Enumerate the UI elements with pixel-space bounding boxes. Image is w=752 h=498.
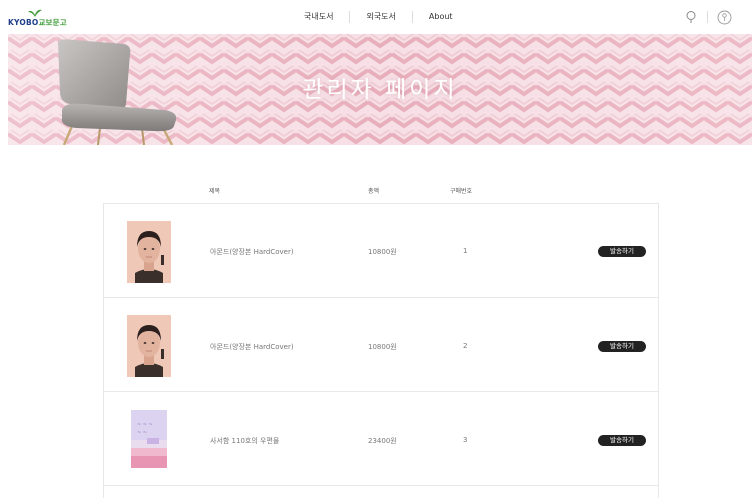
kyobo-logo[interactable]: KYOBO교보문고 [8,9,67,27]
book-title[interactable]: 아몬드(양장본 HardCover) [210,247,294,257]
column-header-title: 제목 [209,188,221,195]
user-icon[interactable] [716,9,732,25]
nav-foreign-books[interactable]: 외국도서 [350,11,411,23]
table-row: 아몬드(양장본 HardCover) 10800원 1 발송하기 [104,204,658,298]
nav-domestic-books[interactable]: 국내도서 [288,11,349,23]
header-icons [683,9,732,25]
book-cover-almond[interactable] [127,221,171,283]
table-row: 아몬드(양장본 HardCover) 10800원 2 발송하기 [104,298,658,392]
main-nav: 국내도서 외국도서 About [288,11,469,23]
ship-button[interactable]: 발송하기 [598,435,646,446]
page-title: 관리자 페이지 [302,77,458,103]
book-cover-pastel[interactable]: ~ ~ ~ ~ ~ [127,408,171,470]
column-header-amount: 총액 [368,188,380,195]
order-table: 아몬드(양장본 HardCover) 10800원 1 발송하기 아몬드(양장본… [103,203,659,498]
svg-text:~ ~: ~ ~ [137,430,147,436]
leaf-logo-icon [28,9,42,17]
search-icon[interactable] [683,9,699,25]
order-amount: 23400원 [368,437,397,445]
ship-button[interactable]: 발송하기 [598,246,646,257]
nav-about[interactable]: About [413,11,469,23]
svg-text:~ ~ ~: ~ ~ ~ [137,422,153,428]
table-row: ~ ~ ~ ~ ~ 사서함 110호의 우편물 23400원 3 발송하기 [104,392,658,486]
book-title[interactable]: 아몬드(양장본 HardCover) [210,342,294,352]
order-amount: 10800원 [368,343,397,351]
admin-banner: 관리자 페이지 [8,34,752,145]
order-number: 1 [463,247,468,255]
order-number: 2 [463,342,468,350]
book-cover-almond[interactable] [127,315,171,377]
order-number: 3 [463,436,468,444]
icon-divider [707,11,708,23]
book-title[interactable]: 사서함 110호의 우편물 [210,436,279,446]
ship-button[interactable]: 발송하기 [598,341,646,352]
logo-text: KYOBO교보문고 [8,17,67,27]
top-header: KYOBO교보문고 국내도서 외국도서 About [0,0,752,34]
column-header-order-number: 구매번호 [450,188,473,195]
order-amount: 10800원 [368,248,397,256]
